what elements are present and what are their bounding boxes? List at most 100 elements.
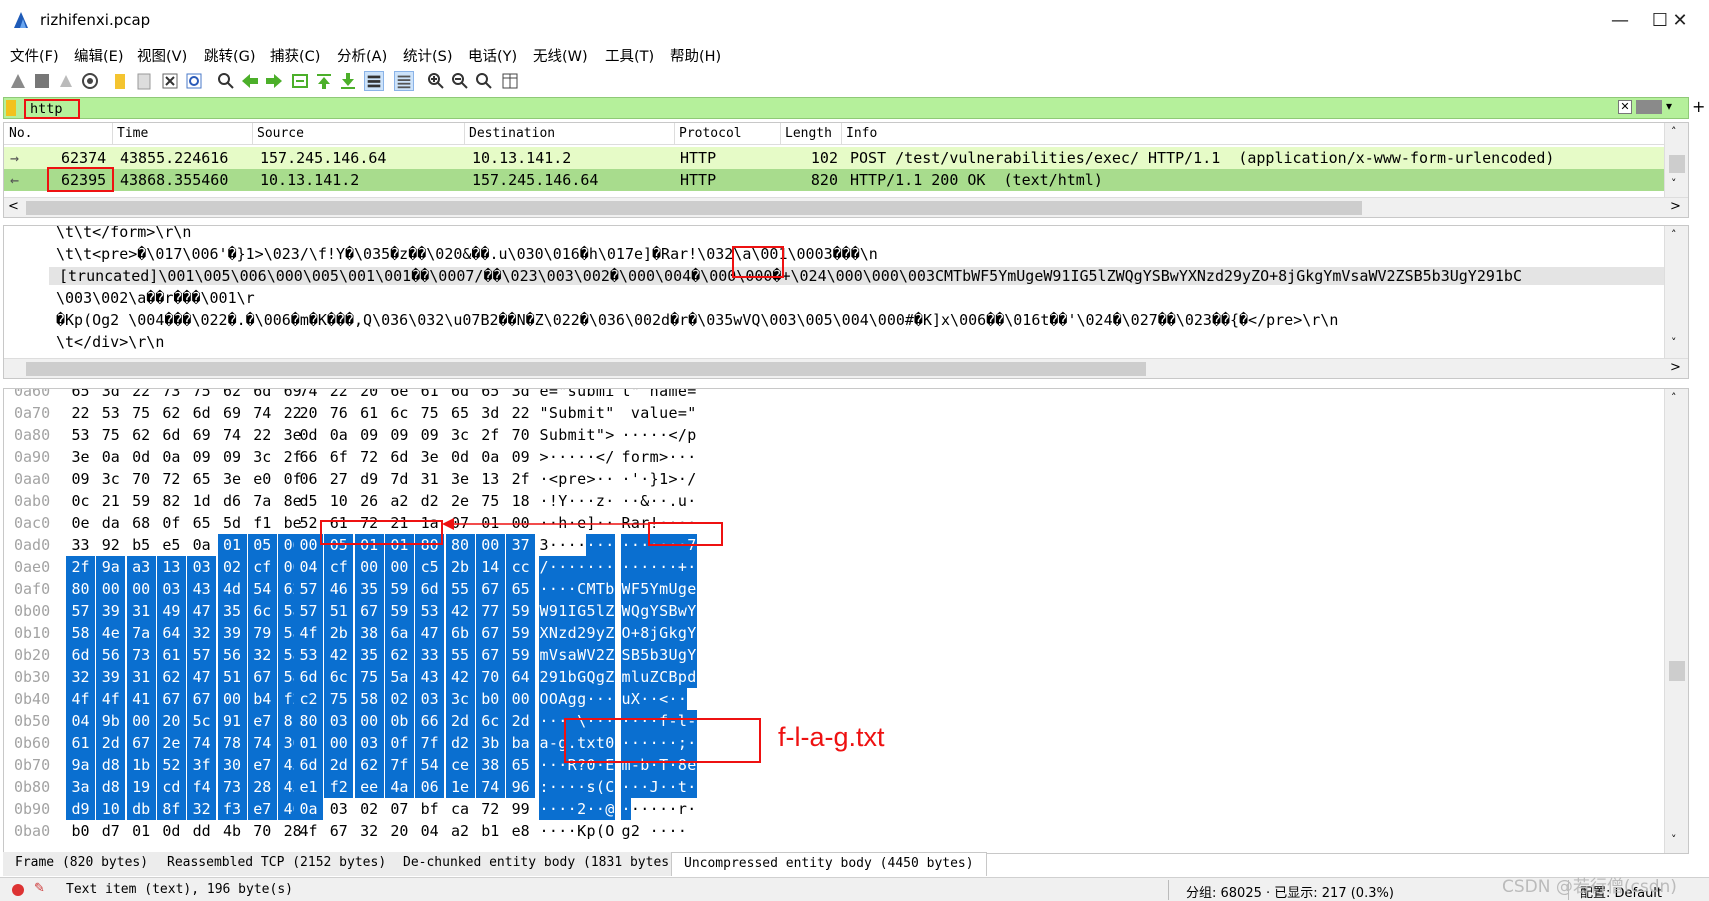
hex-byte[interactable]: 0a [476, 446, 505, 468]
hex-byte[interactable]: 32 [355, 820, 384, 842]
hex-byte[interactable]: 03 [156, 578, 186, 600]
packet-list-horizontal-scrollbar[interactable]: < > [4, 197, 1688, 217]
hex-byte[interactable]: e0 [248, 468, 277, 490]
hex-byte[interactable]: 35 [354, 644, 384, 666]
scroll-thumb[interactable] [26, 201, 1362, 215]
hex-byte[interactable]: 2f [476, 424, 505, 446]
menu-item[interactable]: 帮助(H) [670, 45, 721, 66]
column-header[interactable]: Protocol [679, 126, 742, 141]
hex-byte[interactable]: 82 [157, 490, 186, 512]
hex-byte[interactable]: 02 [217, 556, 247, 578]
hex-byte[interactable]: 54 [415, 754, 445, 776]
hex-byte[interactable]: e5 [157, 534, 186, 556]
hex-byte[interactable]: 00 [126, 578, 156, 600]
hex-byte[interactable]: 20 [294, 402, 323, 424]
hex-byte[interactable]: 26 [355, 490, 384, 512]
hex-byte[interactable]: 74 [187, 732, 217, 754]
hex-byte[interactable]: d2 [445, 732, 475, 754]
hex-byte[interactable]: 06 [294, 468, 323, 490]
go-last-packet-icon[interactable] [338, 71, 358, 91]
hex-byte[interactable]: 6c [385, 402, 414, 424]
text-line[interactable]: \t</div>\r\n [56, 333, 164, 351]
hex-byte[interactable]: f3 [217, 798, 247, 820]
hex-byte[interactable]: 00 [96, 578, 126, 600]
hex-byte[interactable]: 64 [156, 622, 186, 644]
hex-byte[interactable]: 00 [126, 710, 156, 732]
hex-byte[interactable]: 62 [384, 644, 414, 666]
colorize-icon[interactable] [394, 71, 414, 91]
hex-byte[interactable]: 49 [156, 600, 186, 622]
hex-byte[interactable]: 67 [475, 578, 505, 600]
hex-byte[interactable]: 73 [157, 389, 186, 402]
hex-byte[interactable]: 75 [324, 688, 354, 710]
hex-byte[interactable]: 4f [294, 622, 323, 644]
hex-byte[interactable]: 59 [384, 600, 414, 622]
hex-byte[interactable]: 54 [247, 578, 277, 600]
hex-byte[interactable]: 69 [187, 424, 216, 446]
hex-byte[interactable]: 3e [446, 468, 475, 490]
hex-byte[interactable]: 70 [127, 468, 156, 490]
hex-byte[interactable]: 37 [506, 534, 536, 556]
scroll-thumb[interactable] [26, 362, 1146, 376]
hex-byte[interactable]: 69 [218, 402, 247, 424]
hex-byte[interactable]: e7 [247, 798, 277, 820]
hex-byte[interactable]: 74 [248, 402, 277, 424]
hex-byte[interactable]: 0d [294, 424, 323, 446]
hex-byte[interactable]: b0 [475, 688, 505, 710]
hex-byte[interactable]: 3d [96, 389, 125, 402]
hex-byte[interactable]: d8 [96, 754, 126, 776]
hex-byte[interactable]: 6d [294, 666, 323, 688]
column-separator[interactable] [112, 123, 113, 145]
display-filter-input[interactable]: http [24, 99, 80, 119]
hex-byte[interactable]: 61 [66, 732, 95, 754]
close-file-icon[interactable] [160, 71, 180, 91]
hex-byte[interactable]: 4e [96, 622, 126, 644]
hex-byte[interactable]: 7f [415, 732, 445, 754]
hex-byte[interactable]: 7d [385, 468, 414, 490]
hex-byte[interactable]: f4 [187, 776, 217, 798]
hex-byte[interactable]: 76 [324, 402, 353, 424]
hex-byte[interactable]: 03 [324, 798, 353, 820]
hex-byte[interactable]: 42 [324, 644, 354, 666]
add-filter-button-icon[interactable]: + [1692, 97, 1705, 116]
scroll-up-icon[interactable]: ˄ [1671, 125, 1677, 138]
hex-byte[interactable]: 3b [475, 732, 505, 754]
hex-byte[interactable]: 1d [187, 490, 216, 512]
hex-byte[interactable]: 4d [217, 578, 247, 600]
clear-filter-icon[interactable]: ✕ [1618, 100, 1632, 114]
hex-byte[interactable]: 57 [187, 644, 217, 666]
hex-byte[interactable]: 2e [446, 490, 475, 512]
hex-byte[interactable]: ce [445, 754, 475, 776]
hex-byte[interactable]: e1 [294, 776, 323, 798]
hex-byte[interactable]: 75 [415, 402, 444, 424]
hex-byte[interactable]: 38 [354, 622, 384, 644]
hex-byte[interactable]: 42 [445, 600, 475, 622]
hex-byte[interactable]: 03 [324, 710, 354, 732]
text-pane-vertical-scrollbar[interactable]: ˄ ˅ [1664, 226, 1688, 358]
hex-byte[interactable]: 3d [476, 402, 505, 424]
stop-capture-icon[interactable] [32, 71, 52, 91]
hex-byte[interactable]: 47 [187, 600, 217, 622]
hex-byte[interactable]: 1b [126, 754, 156, 776]
text-line[interactable]: \t\t</form>\r\n [56, 226, 191, 241]
menu-item[interactable]: 无线(W) [533, 45, 588, 66]
scroll-down-icon[interactable]: ˅ [1671, 177, 1677, 190]
hex-byte[interactable]: 2f [506, 468, 535, 490]
hex-byte[interactable]: 55 [445, 644, 475, 666]
hex-byte[interactable]: 42 [445, 666, 475, 688]
packet-row[interactable]: → 62374 43855.224616 157.245.146.64 10.13.14… [4, 147, 1666, 169]
hex-byte[interactable]: c2 [294, 688, 323, 710]
hex-byte[interactable]: 62 [127, 424, 156, 446]
hex-byte[interactable]: 72 [476, 798, 505, 820]
hex-byte[interactable]: 3c [446, 424, 475, 446]
hex-byte[interactable]: 9a [96, 556, 126, 578]
hex-byte[interactable]: c5 [415, 556, 445, 578]
hex-byte[interactable]: 03 [415, 688, 445, 710]
hex-byte[interactable]: 5d [218, 512, 247, 534]
hex-byte[interactable]: 0a [96, 446, 125, 468]
hex-byte[interactable]: 09 [187, 446, 216, 468]
hex-byte[interactable]: 66 [294, 446, 323, 468]
hex-byte[interactable]: d8 [96, 776, 126, 798]
hex-byte[interactable]: f2 [324, 776, 354, 798]
bytes-tab[interactable]: Reassembled TCP (2152 bytes) [155, 852, 400, 876]
